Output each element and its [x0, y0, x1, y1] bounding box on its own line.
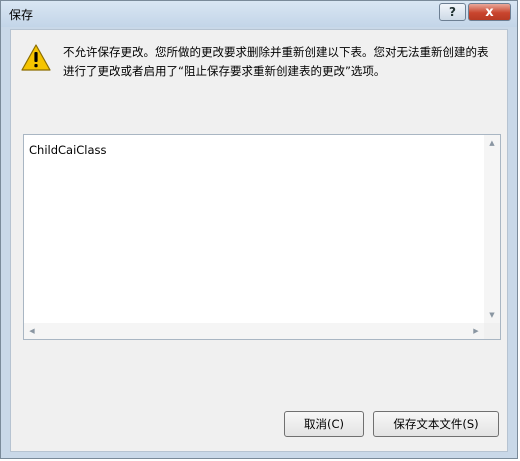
message-line-1: 不允许保存更改。您所做的更改要求删除并重新创建以下表。您对无法重新创建的表 — [63, 45, 489, 59]
scroll-corner — [484, 323, 500, 339]
scroll-right-icon[interactable]: ▶ — [468, 323, 484, 339]
window-title: 保存 — [9, 8, 34, 22]
title-bar[interactable]: 保存 ? x — [1, 1, 517, 27]
scroll-left-icon[interactable]: ◀ — [24, 323, 40, 339]
scroll-down-icon[interactable]: ▼ — [484, 307, 500, 323]
horizontal-scrollbar[interactable]: ◀ ▶ — [24, 323, 484, 339]
list-item[interactable]: ChildCaiClass — [29, 143, 107, 157]
help-icon: ? — [449, 5, 456, 19]
error-message: 不允许保存更改。您所做的更改要求删除并重新创建以下表。您对无法重新创建的表 进行… — [63, 43, 499, 81]
vertical-scrollbar[interactable]: ▲ ▼ — [484, 135, 500, 323]
help-button[interactable]: ? — [439, 3, 466, 21]
save-dialog: 保存 ? x 不允许保存更改。您所做的更改要求删除并重新创建以下表。您对无法重新… — [0, 0, 518, 459]
dialog-body: 不允许保存更改。您所做的更改要求删除并重新创建以下表。您对无法重新创建的表 进行… — [10, 29, 508, 452]
message-line-2: 进行了更改或者启用了“阻止保存要求重新创建表的更改”选项。 — [63, 64, 386, 78]
affected-tables-list[interactable]: ChildCaiClass ▲ ▼ ◀ ▶ — [23, 134, 501, 340]
scroll-up-icon[interactable]: ▲ — [484, 135, 500, 151]
save-text-file-button[interactable]: 保存文本文件(S) — [373, 411, 499, 437]
warning-icon — [21, 44, 51, 71]
close-button[interactable]: x — [468, 3, 511, 21]
close-icon: x — [485, 4, 494, 20]
cancel-button[interactable]: 取消(C) — [284, 411, 364, 437]
